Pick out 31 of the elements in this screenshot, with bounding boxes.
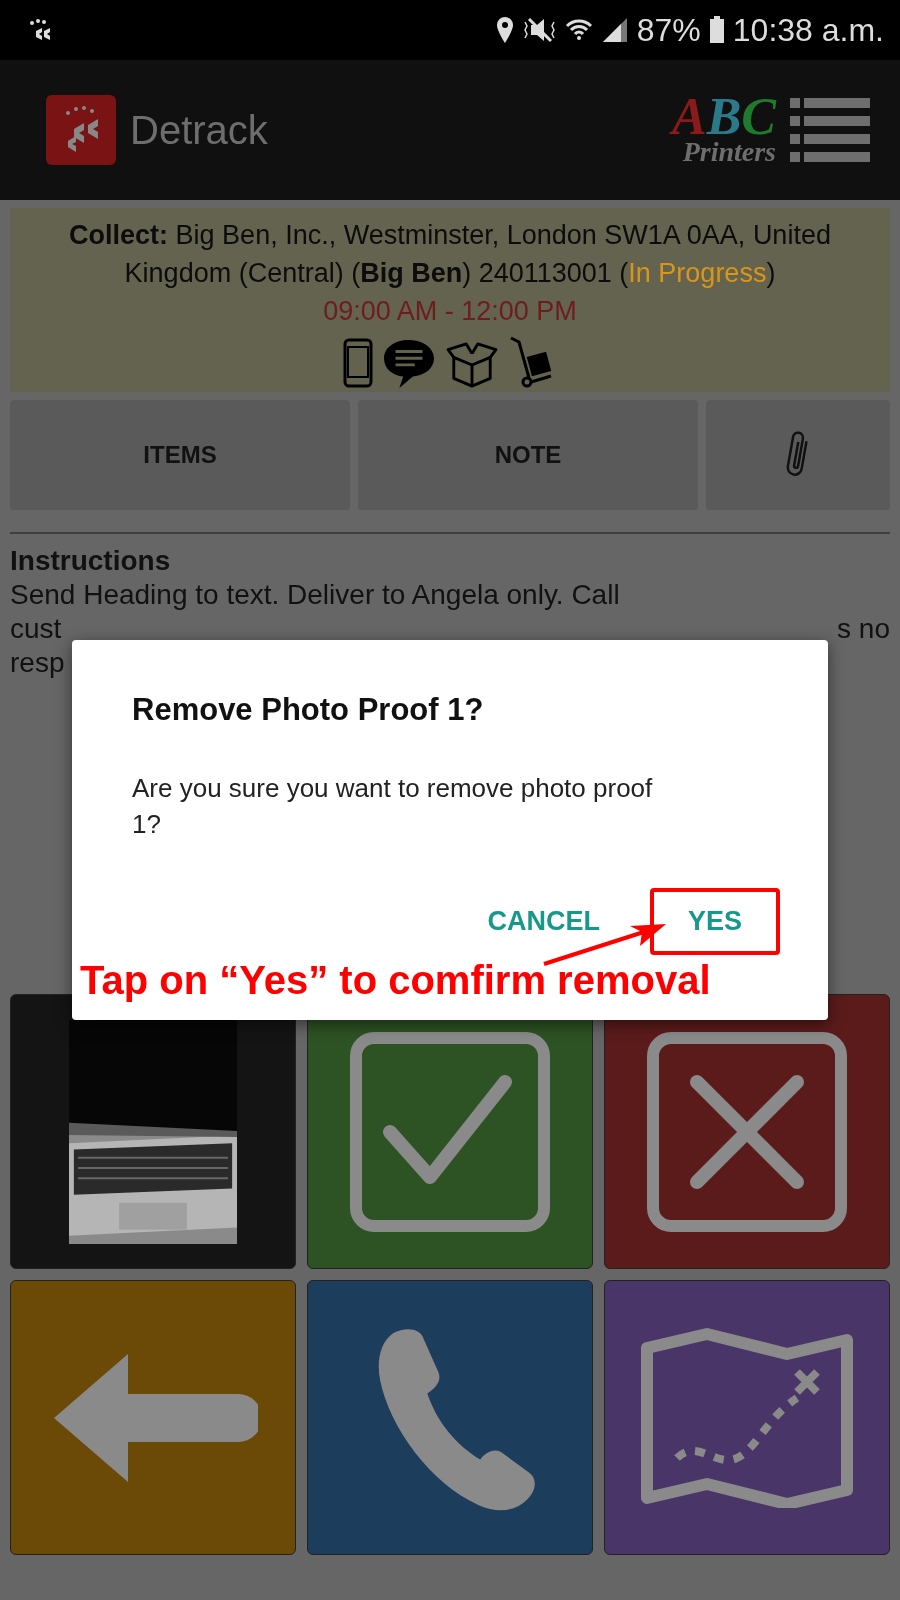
brand-logo: ABC Printers <box>671 95 776 165</box>
app-logo-icon <box>46 95 116 165</box>
tab-button[interactable]: ITEMS <box>10 400 350 510</box>
dialog-message: Are you sure you want to remove photo proof 1? <box>132 772 654 841</box>
map-tile[interactable] <box>604 1280 890 1555</box>
phone-icon <box>343 338 373 388</box>
time-window: 09:00 AM - 12:00 PM <box>323 292 577 330</box>
box-icon <box>445 342 499 388</box>
back-tile[interactable] <box>10 1280 296 1555</box>
instructions-text: resp <box>10 647 65 678</box>
instructions-text: Send Heading to text. Deliver to Angela only. Call <box>10 578 621 612</box>
call-tile[interactable] <box>307 1280 593 1555</box>
chat-icon <box>381 338 437 388</box>
instructions-text: s no <box>837 612 890 646</box>
dialog-title: Remove Photo Proof 1? <box>132 692 484 728</box>
reject-tile[interactable] <box>604 994 890 1269</box>
close-box-icon <box>647 1031 847 1232</box>
app-title: Detrack <box>130 107 268 153</box>
battery-percentage: 87% <box>636 11 701 49</box>
annotation-text: Tap on “Yes” to comfirm removal <box>80 958 711 1003</box>
location-icon <box>494 16 515 44</box>
clock: 10:38 a.m. <box>732 11 884 49</box>
battery-icon <box>708 16 725 44</box>
instructions-heading: Instructions <box>10 544 172 578</box>
mute-icon <box>522 16 557 44</box>
highlighted-button[interactable]: YES <box>649 888 780 955</box>
checkbox-check-icon <box>350 1031 550 1232</box>
tab-button[interactable]: NOTE <box>358 400 698 510</box>
instructions-text: cust <box>10 612 62 646</box>
menu-icon[interactable] <box>790 98 870 162</box>
job-address: Collect: Big Ben, Inc., Westminster, London SW1A 0AA, United Kingdom (Central) (Big Ben) 240113001 (In Progress) <box>68 219 832 290</box>
